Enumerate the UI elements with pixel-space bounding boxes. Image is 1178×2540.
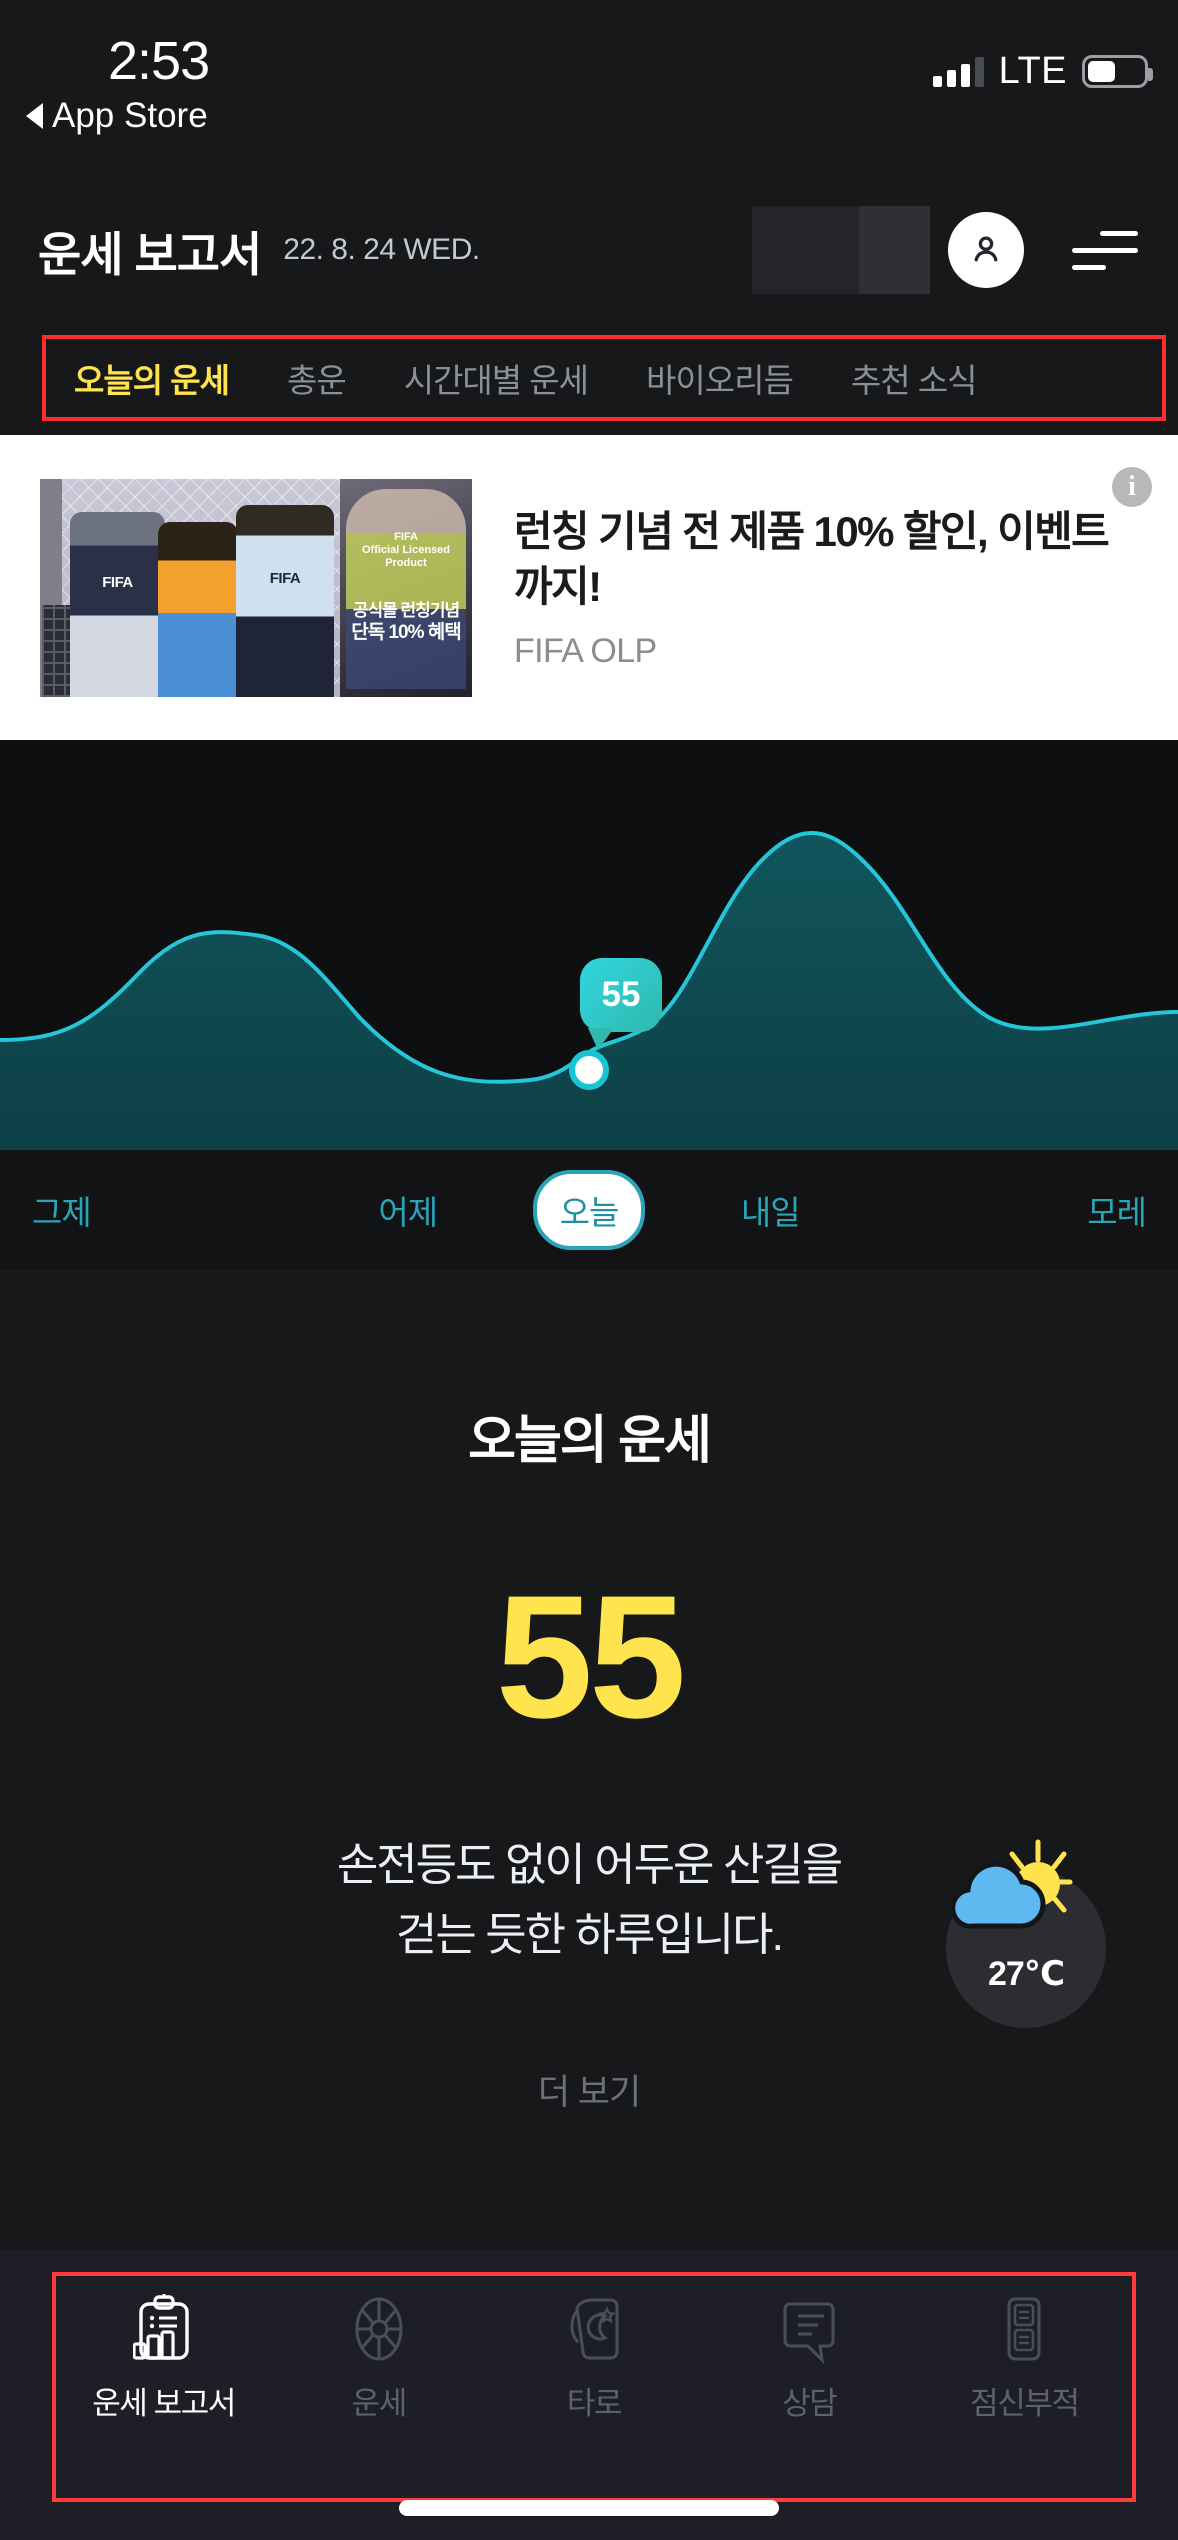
- ad-banner[interactable]: FIFA Official Licensed Product 공식몰 런칭기념 …: [0, 435, 1178, 740]
- carrier-label: LTE: [998, 50, 1067, 92]
- ad-headline: 런칭 기념 전 제품 10% 할인, 이벤트까지!: [514, 507, 1110, 610]
- nav-item-report[interactable]: 운세 보고서: [56, 2276, 271, 2423]
- hamburger-icon-line-1: [1100, 230, 1138, 236]
- signal-strength-icon: [932, 56, 984, 87]
- back-arrow-icon: [26, 103, 43, 129]
- tab-overall-fortune[interactable]: 총운: [287, 354, 347, 402]
- chat-bubble-icon: [783, 2302, 835, 2364]
- chart-tooltip: 55: [580, 958, 662, 1050]
- ad-text-block: 런칭 기념 전 제품 10% 할인, 이벤트까지! FIFA OLP: [514, 504, 1138, 672]
- ad-overlay-line2: Official Licensed Product: [361, 543, 451, 570]
- bottom-nav-container: 운세 보고서 운세 타로 상담 점신부적: [0, 2250, 1178, 2540]
- ad-advertiser: FIFA OLP: [514, 632, 657, 671]
- tab-bar: 오늘의 운세 총운 시간대별 운세 바이오리듬 추천 소식: [42, 335, 1166, 421]
- fortune-section: 오늘의 운세 55 손전등도 없이 어두운 산길을 걷는 듯한 하루입니다. 2…: [0, 1270, 1178, 2320]
- home-indicator[interactable]: [399, 2500, 779, 2516]
- chart-selected-point[interactable]: [569, 1050, 609, 1090]
- status-bar-clock: 2:53: [108, 31, 210, 91]
- nav-item-report-label: 운세 보고서: [92, 2386, 236, 2421]
- person-icon: [974, 236, 998, 262]
- battery-icon: [1082, 55, 1153, 88]
- back-to-app-store-link[interactable]: App Store: [26, 96, 208, 136]
- status-bar-indicators: LTE: [932, 50, 1153, 93]
- nav-item-fortune[interactable]: 운세: [271, 2276, 486, 2423]
- day-option-day-after-tomorrow[interactable]: 모레: [896, 1186, 1163, 1234]
- menu-button[interactable]: [1072, 220, 1140, 280]
- info-icon[interactable]: i: [1112, 467, 1152, 507]
- back-label: App Store: [52, 96, 208, 135]
- partly-cloudy-icon: [950, 1839, 1073, 1929]
- tab-recommended-news[interactable]: 추천 소식: [851, 354, 978, 402]
- nav-item-consult-label: 상담: [782, 2386, 838, 2421]
- header-date: 22. 8. 24 WED.: [283, 233, 480, 266]
- header-actions: [752, 206, 1140, 294]
- ad-overlay-line3: 공식몰 런칭기념: [352, 600, 460, 620]
- nav-item-talisman-label: 점신부적: [970, 2386, 1080, 2421]
- talisman-icon: [1007, 2297, 1041, 2361]
- ad-overlay-panel: FIFA Official Licensed Product 공식몰 런칭기념 …: [340, 478, 472, 697]
- ad-model-3: [236, 504, 334, 697]
- weather-temperature: 27℃: [988, 1955, 1065, 1993]
- tab-biorhythm[interactable]: 바이오리듬: [646, 354, 794, 402]
- ad-overlay-line4: 단독 10% 혜택: [351, 622, 462, 644]
- hamburger-icon-line-3: [1072, 264, 1106, 270]
- page-title: 운세 보고서: [38, 227, 262, 281]
- fortune-score: 55: [495, 1560, 687, 1755]
- ad-photo: FIFA Official Licensed Product 공식몰 런칭기념 …: [40, 478, 472, 697]
- fortune-wheel-icon: [355, 2297, 403, 2361]
- bottom-nav: 운세 보고서 운세 타로 상담 점신부적: [56, 2276, 1132, 2498]
- day-option-today[interactable]: 오늘: [533, 1170, 645, 1250]
- tarot-card-icon: [570, 2298, 619, 2360]
- tab-today-fortune[interactable]: 오늘의 운세: [74, 354, 230, 402]
- ad-thumbnail: FIFA Official Licensed Product 공식몰 런칭기념 …: [40, 478, 472, 697]
- nav-item-tarot-label: 타로: [566, 2386, 623, 2421]
- app-header: 운세 보고서 22. 8. 24 WED.: [0, 175, 1178, 325]
- day-selector: 그제 어제 오늘 내일 모레: [0, 1150, 1178, 1270]
- fortune-chart[interactable]: 55: [0, 740, 1178, 1150]
- tab-bar-container: 오늘의 운세 총운 시간대별 운세 바이오리듬 추천 소식: [0, 325, 1178, 435]
- day-option-yesterday[interactable]: 어제: [283, 1186, 534, 1234]
- nav-item-tarot[interactable]: 타로: [486, 2276, 701, 2423]
- weather-badge[interactable]: 27℃: [946, 1839, 1106, 2028]
- hamburger-icon-line-2: [1072, 247, 1138, 253]
- tab-hourly-fortune[interactable]: 시간대별 운세: [404, 354, 589, 402]
- ad-overlay-line1: FIFA: [394, 530, 418, 543]
- nav-item-consult[interactable]: 상담: [702, 2276, 917, 2423]
- status-bar: 2:53 App Store LTE: [0, 0, 1178, 175]
- nav-item-talisman[interactable]: 점신부적: [917, 2276, 1132, 2423]
- more-link[interactable]: 더 보기: [0, 2064, 1178, 2115]
- redacted-region: [752, 206, 930, 294]
- nav-item-fortune-label: 운세: [351, 2386, 408, 2421]
- day-option-tomorrow[interactable]: 내일: [645, 1186, 896, 1234]
- ad-model-2: [158, 521, 238, 697]
- day-option-day-before-yesterday[interactable]: 그제: [16, 1186, 283, 1234]
- fortune-title: 오늘의 운세: [468, 1412, 712, 1470]
- avatar[interactable]: [948, 212, 1024, 288]
- report-clipboard-icon: [132, 2294, 189, 2360]
- fortune-chart-svg: [0, 831, 1178, 1150]
- ad-model-1: [70, 511, 165, 697]
